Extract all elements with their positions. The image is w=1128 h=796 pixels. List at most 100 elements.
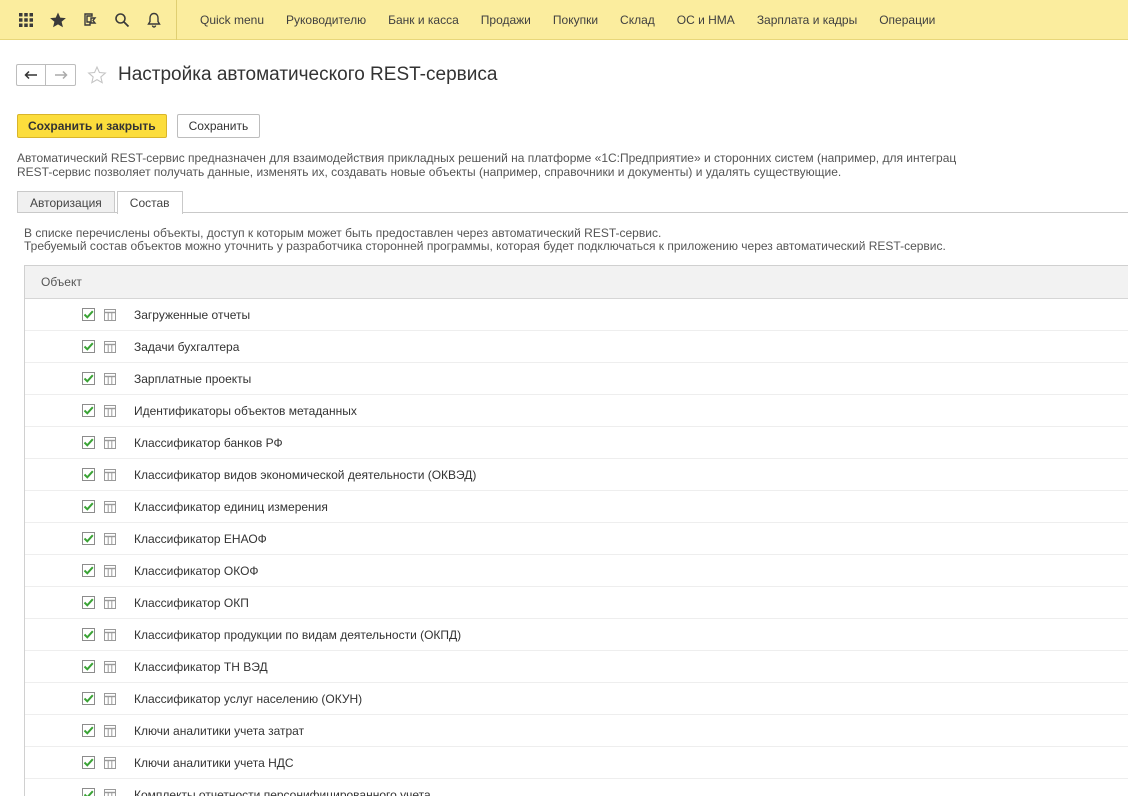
object-name: Классификатор ТН ВЭД (134, 659, 268, 674)
include-checkbox[interactable] (82, 500, 95, 513)
include-checkbox[interactable] (82, 564, 95, 577)
include-checkbox[interactable] (82, 660, 95, 673)
table-row[interactable]: Комплекты отчетности персонифицированног… (25, 779, 1128, 796)
checkmark-icon (83, 630, 94, 639)
object-name: Ключи аналитики учета затрат (134, 723, 305, 738)
table-row[interactable]: Классификатор банков РФ (25, 427, 1128, 459)
checkmark-icon (83, 790, 94, 796)
include-checkbox[interactable] (82, 468, 95, 481)
include-checkbox[interactable] (82, 692, 95, 705)
table-row[interactable]: Зарплатные проекты (25, 363, 1128, 395)
table-row[interactable]: Ключи аналитики учета затрат (25, 715, 1128, 747)
description-line-2: REST-сервис позволяет получать данные, и… (17, 165, 842, 179)
search-icon[interactable] (106, 0, 138, 40)
catalog-table-icon (104, 788, 116, 796)
table-row[interactable]: Задачи бухгалтера (25, 331, 1128, 363)
checkmark-icon (83, 758, 94, 767)
menu-item-warehouse[interactable]: Склад (609, 0, 666, 40)
command-bar: Сохранить и закрыть Сохранить (17, 114, 261, 138)
checkmark-icon (83, 406, 94, 415)
composition-info: В списке перечислены объекты, доступ к к… (24, 227, 1128, 253)
tab-composition[interactable]: Состав (116, 191, 183, 214)
catalog-table-icon (104, 724, 116, 737)
menu-item-operations[interactable]: Операции (868, 0, 946, 40)
menu-item-payroll[interactable]: Зарплата и кадры (746, 0, 868, 40)
description-line-1: Автоматический REST-сервис предназначен … (17, 151, 957, 165)
catalog-table-icon (104, 564, 116, 577)
table-row[interactable]: Ключи аналитики учета НДС (25, 747, 1128, 779)
table-row[interactable]: Классификатор ТН ВЭД (25, 651, 1128, 683)
menu-item-sales[interactable]: Продажи (470, 0, 542, 40)
object-name: Классификатор банков РФ (134, 435, 283, 450)
checkmark-icon (83, 662, 94, 671)
table-row[interactable]: Классификатор ЕНАОФ (25, 523, 1128, 555)
include-checkbox[interactable] (82, 596, 95, 609)
history-icon[interactable] (74, 0, 106, 40)
include-checkbox[interactable] (82, 756, 95, 769)
menu-item-purchases[interactable]: Покупки (542, 0, 609, 40)
save-button[interactable]: Сохранить (176, 114, 261, 138)
menu-item-fixed-assets[interactable]: ОС и НМА (666, 0, 746, 40)
include-checkbox[interactable] (82, 340, 95, 353)
include-checkbox[interactable] (82, 788, 95, 796)
arrow-right-icon (54, 70, 68, 80)
catalog-table-icon (104, 532, 116, 545)
checkmark-icon (83, 342, 94, 351)
include-checkbox[interactable] (82, 628, 95, 641)
include-checkbox[interactable] (82, 372, 95, 385)
table-row[interactable]: Классификатор продукции по видам деятель… (25, 619, 1128, 651)
include-checkbox[interactable] (82, 532, 95, 545)
object-name: Идентификаторы объектов метаданных (134, 403, 357, 418)
catalog-table-icon (104, 500, 116, 513)
menu-item-bank-cash[interactable]: Банк и касса (377, 0, 470, 40)
include-checkbox[interactable] (82, 724, 95, 737)
favorites-star-icon[interactable] (42, 0, 74, 40)
catalog-table-icon (104, 628, 116, 641)
menu-item-manager[interactable]: Руководителю (275, 0, 377, 40)
table-row[interactable]: Классификатор ОКОФ (25, 555, 1128, 587)
tab-divider (17, 212, 1128, 213)
navigation-buttons (16, 64, 76, 86)
tab-bar: Авторизация Состав (17, 191, 185, 214)
checkmark-icon (83, 310, 94, 319)
checkmark-icon (83, 470, 94, 479)
forward-button[interactable] (46, 64, 76, 86)
catalog-table-icon (104, 436, 116, 449)
table-row[interactable]: Классификатор ОКП (25, 587, 1128, 619)
table-row[interactable]: Классификатор единиц измерения (25, 491, 1128, 523)
table-row[interactable]: Загруженные отчеты (25, 299, 1128, 331)
object-name: Классификатор ЕНАОФ (134, 531, 267, 546)
object-name: Классификатор ОКП (134, 595, 249, 610)
menu-item-quick-menu[interactable]: Quick menu (189, 0, 275, 40)
include-checkbox[interactable] (82, 308, 95, 321)
back-button[interactable] (16, 64, 46, 86)
page-title: Настройка автоматического REST-сервиса (118, 64, 498, 85)
table-row[interactable]: Классификатор услуг населению (ОКУН) (25, 683, 1128, 715)
checkmark-icon (83, 566, 94, 575)
notifications-bell-icon[interactable] (138, 0, 170, 40)
checkmark-icon (83, 534, 94, 543)
catalog-table-icon (104, 468, 116, 481)
include-checkbox[interactable] (82, 404, 95, 417)
service-description: Автоматический REST-сервис предназначен … (17, 151, 1128, 179)
checkmark-icon (83, 726, 94, 735)
arrow-left-icon (24, 70, 37, 80)
catalog-table-icon (104, 692, 116, 705)
save-and-close-button[interactable]: Сохранить и закрыть (17, 114, 167, 138)
apps-grid-icon[interactable] (10, 0, 42, 40)
include-checkbox[interactable] (82, 436, 95, 449)
object-name: Ключи аналитики учета НДС (134, 755, 294, 770)
table-row[interactable]: Классификатор видов экономической деятел… (25, 459, 1128, 491)
catalog-table-icon (104, 660, 116, 673)
object-name: Задачи бухгалтера (134, 339, 240, 354)
tab-authorization[interactable]: Авторизация (17, 191, 115, 213)
object-name: Классификатор услуг населению (ОКУН) (134, 691, 363, 706)
catalog-table-icon (104, 404, 116, 417)
object-name: Зарплатные проекты (134, 371, 252, 386)
column-header-object[interactable]: Объект (41, 275, 82, 289)
checkmark-icon (83, 438, 94, 447)
table-body: Загруженные отчеты Задачи бухгалтера Зарпл… (25, 299, 1128, 796)
object-name: Классификатор единиц измерения (134, 499, 328, 514)
favorite-star-icon[interactable] (86, 64, 108, 86)
table-row[interactable]: Идентификаторы объектов метаданных (25, 395, 1128, 427)
